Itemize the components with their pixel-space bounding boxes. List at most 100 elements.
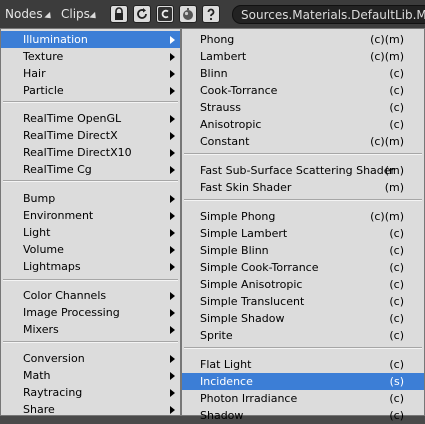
menu-item-illumination[interactable]: Illumination	[1, 31, 180, 48]
menu-item-share[interactable]: Share	[1, 401, 180, 418]
menu-item-texture[interactable]: Texture	[1, 48, 180, 65]
submenu-item-suffix: (c)	[389, 84, 404, 97]
menu-item-label: RealTime Cg	[23, 163, 92, 176]
submenu-arrow-icon	[170, 389, 175, 397]
submenu-item-flat-light[interactable]: Flat Light (c)	[182, 356, 424, 373]
submenu-item-suffix: (c)(m)	[370, 33, 404, 46]
submenu-item-blinn[interactable]: Blinn (c)	[182, 65, 424, 82]
menu-item-image-processing[interactable]: Image Processing	[1, 304, 180, 321]
submenu-item-label: Simple Shadow	[200, 312, 285, 325]
menu-separator	[3, 341, 178, 343]
help-icon	[207, 8, 215, 21]
refresh-icon	[137, 8, 147, 19]
submenu-arrow-icon	[170, 87, 175, 95]
submenu-item-suffix: (c)	[389, 278, 404, 291]
clips-menu-button[interactable]: Clips	[61, 5, 90, 24]
submenu-item-label: Simple Translucent	[200, 295, 305, 308]
submenu-item-simple-shadow[interactable]: Simple Shadow (c)	[182, 310, 424, 327]
submenu-item-label: Flat Light	[200, 358, 252, 371]
menu-item-raytracing[interactable]: Raytracing	[1, 384, 180, 401]
submenu-item-suffix: (c)	[389, 101, 404, 114]
submenu-item-suffix: (c)(m)	[370, 135, 404, 148]
submenu-arrow-icon	[170, 372, 175, 380]
submenu-item-label: Cook-Torrance	[200, 84, 278, 97]
menu-item-lightmaps[interactable]: Lightmaps	[1, 258, 180, 275]
submenu-item-suffix: (c)	[389, 67, 404, 80]
submenu-item-suffix: (m)	[384, 181, 404, 194]
lock-button[interactable]	[110, 5, 128, 23]
submenu-item-simple-anisotropic[interactable]: Simple Anisotropic (c)	[182, 276, 424, 293]
submenu-item-suffix: (c)(m)	[370, 50, 404, 63]
submenu-item-label: Lambert	[200, 50, 247, 63]
submenu-item-incidence[interactable]: Incidence (s)	[182, 373, 424, 390]
submenu-item-sprite[interactable]: Sprite (c)	[182, 327, 424, 344]
submenu-item-suffix: (c)	[389, 392, 404, 405]
submenu-item-label: Incidence	[200, 375, 253, 388]
submenu-item-lambert[interactable]: Lambert (c)(m)	[182, 48, 424, 65]
lock-icon	[115, 7, 123, 20]
submenu-arrow-icon	[170, 406, 175, 414]
submenu-arrow-icon	[170, 355, 175, 363]
submenu-item-suffix: (c)	[389, 244, 404, 257]
submenu-item-simple-blinn[interactable]: Simple Blinn (c)	[182, 242, 424, 259]
toolbar: Nodes Clips Sources.Materials.DefaultLib…	[0, 0, 425, 29]
refresh-button[interactable]	[133, 5, 151, 23]
submenu-item-simple-lambert[interactable]: Simple Lambert (c)	[182, 225, 424, 242]
menu-item-label: Math	[23, 369, 51, 382]
submenu-item-label: Fast Sub-Surface Scattering Shader	[200, 164, 396, 177]
menu-item-color-channels[interactable]: Color Channels	[1, 287, 180, 304]
menu-item-particle[interactable]: Particle	[1, 82, 180, 99]
submenu-item-cook-torrance[interactable]: Cook-Torrance (c)	[182, 82, 424, 99]
menu-item-label: RealTime DirectX	[23, 129, 118, 142]
menu-item-label: Light	[23, 226, 51, 239]
submenu-item-suffix: (c)	[389, 312, 404, 325]
submenu-arrow-icon	[170, 246, 175, 254]
submenu-arrow-icon	[170, 212, 175, 220]
nodes-dropdown-icon	[44, 11, 54, 22]
submenu-item-label: Simple Anisotropic	[200, 278, 303, 291]
menu-item-conversion[interactable]: Conversion	[1, 350, 180, 367]
submenu-item-label: Constant	[200, 135, 250, 148]
submenu-item-fast-sub-surface-scattering-shader[interactable]: Fast Sub-Surface Scattering Shader (m)	[182, 162, 424, 179]
submenu-arrow-icon	[170, 166, 175, 174]
submenu-item-strauss[interactable]: Strauss (c)	[182, 99, 424, 116]
submenu-item-anisotropic[interactable]: Anisotropic (c)	[182, 116, 424, 133]
menu-item-realtime-opengl[interactable]: RealTime OpenGL	[1, 110, 180, 127]
submenu-item-photon-irradiance[interactable]: Photon Irradiance (c)	[182, 390, 424, 407]
submenu-item-label: Simple Blinn	[200, 244, 269, 257]
menu-item-mixers[interactable]: Mixers	[1, 321, 180, 338]
nodes-menu-button[interactable]: Nodes	[5, 5, 43, 24]
menu-item-realtime-directx10[interactable]: RealTime DirectX10	[1, 144, 180, 161]
menu-item-label: Lightmaps	[23, 260, 81, 273]
submenu-item-phong[interactable]: Phong (c)(m)	[182, 31, 424, 48]
illumination-submenu: Phong (c)(m) Lambert (c)(m) Blinn (c) Cook-Tor…	[181, 28, 425, 422]
clips-dropdown-icon	[89, 11, 99, 22]
help-button[interactable]	[202, 5, 220, 23]
node-category-menu: Illumination Texture Hair Particle RealTime …	[0, 28, 181, 416]
submenu-item-label: Photon Irradiance	[200, 392, 298, 405]
submenu-item-simple-phong[interactable]: Simple Phong (c)(m)	[182, 208, 424, 225]
menu-item-bump[interactable]: Bump	[1, 190, 180, 207]
render-sphere-button[interactable]	[179, 5, 197, 23]
submenu-item-suffix: (c)	[389, 329, 404, 342]
menu-separator	[3, 101, 178, 103]
menu-item-realtime-cg[interactable]: RealTime Cg	[1, 161, 180, 178]
material-path-field[interactable]: Sources.Materials.DefaultLib.Mate	[232, 5, 425, 24]
submenu-item-fast-skin-shader[interactable]: Fast Skin Shader (m)	[182, 179, 424, 196]
menu-item-volume[interactable]: Volume	[1, 241, 180, 258]
submenu-item-simple-cook-torrance[interactable]: Simple Cook-Torrance (c)	[182, 259, 424, 276]
submenu-item-label: Anisotropic	[200, 118, 262, 131]
menu-item-environment[interactable]: Environment	[1, 207, 180, 224]
menu-item-label: Texture	[23, 50, 64, 63]
submenu-arrow-icon	[170, 292, 175, 300]
menu-item-light[interactable]: Light	[1, 224, 180, 241]
c-button[interactable]	[156, 5, 174, 23]
menu-item-label: Conversion	[23, 352, 85, 365]
menu-item-math[interactable]: Math	[1, 367, 180, 384]
submenu-item-constant[interactable]: Constant (c)(m)	[182, 133, 424, 150]
submenu-item-simple-translucent[interactable]: Simple Translucent (c)	[182, 293, 424, 310]
menu-item-hair[interactable]: Hair	[1, 65, 180, 82]
menu-item-realtime-directx[interactable]: RealTime DirectX	[1, 127, 180, 144]
menu-item-label: RealTime DirectX10	[23, 146, 132, 159]
submenu-item-suffix: (c)	[389, 227, 404, 240]
